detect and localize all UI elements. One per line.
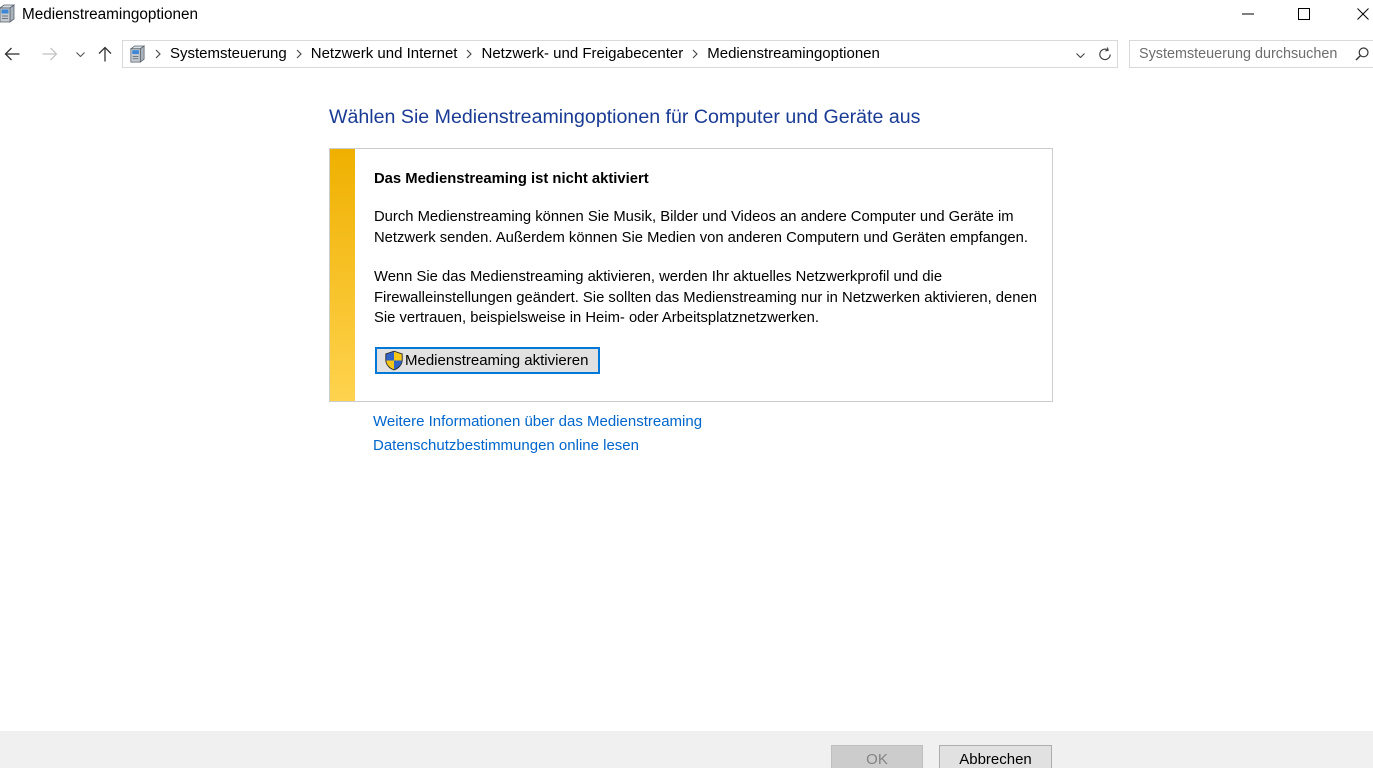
back-button[interactable] xyxy=(0,40,24,68)
title-bar: Medienstreamingoptionen xyxy=(0,0,1373,31)
recent-locations-button[interactable] xyxy=(70,40,90,68)
breadcrumb-separator-icon[interactable] xyxy=(296,49,302,59)
warning-paragraph: Wenn Sie das Medienstreaming aktivieren,… xyxy=(374,267,1037,329)
ok-button[interactable]: OK xyxy=(831,745,923,768)
more-info-link[interactable]: Weitere Informationen über das Medienstr… xyxy=(373,413,702,431)
refresh-icon xyxy=(1099,47,1111,61)
maximize-button[interactable] xyxy=(1281,0,1327,30)
search-icon[interactable] xyxy=(1355,47,1369,61)
status-title: Das Medienstreaming ist nicht aktiviert xyxy=(374,171,649,187)
minimize-button[interactable] xyxy=(1225,0,1271,30)
paragraph-line: Durch Medienstreaming können Sie Musik, … xyxy=(374,209,1014,225)
up-button[interactable] xyxy=(94,40,116,68)
breadcrumb-separator-icon[interactable] xyxy=(155,49,161,59)
maximize-icon xyxy=(1298,8,1310,20)
up-arrow-icon xyxy=(98,46,112,62)
page-heading: Wählen Sie Medienstreamingoptionen für C… xyxy=(329,106,921,128)
enable-media-streaming-button[interactable]: Medienstreaming aktivieren xyxy=(375,347,600,374)
cancel-button[interactable]: Abbrechen xyxy=(939,745,1052,768)
close-button[interactable] xyxy=(1340,0,1373,30)
uac-shield-icon xyxy=(385,350,403,371)
enable-button-label: Medienstreaming aktivieren xyxy=(405,351,589,369)
paragraph-line: Firewalleinstellungen geändert. Sie soll… xyxy=(374,289,1037,306)
back-arrow-icon xyxy=(4,47,20,61)
forward-arrow-icon xyxy=(42,47,58,61)
search-input[interactable] xyxy=(1139,41,1349,67)
media-streaming-status-box: Das Medienstreaming ist nicht aktiviert … xyxy=(329,148,1053,402)
control-panel-icon xyxy=(0,4,16,24)
privacy-statement-link[interactable]: Datenschutzbestimmungen online lesen xyxy=(373,437,639,455)
window-title: Medienstreamingoptionen xyxy=(22,6,199,23)
breadcrumb-current-page[interactable]: Medienstreamingoptionen xyxy=(707,41,880,67)
forward-button[interactable] xyxy=(38,40,62,68)
paragraph-line: Netzwerk senden. Außerdem können Sie Med… xyxy=(374,229,1028,246)
minimize-icon xyxy=(1242,13,1254,15)
close-icon xyxy=(1357,8,1369,20)
paragraph-line: Wenn Sie das Medienstreaming aktivieren,… xyxy=(374,269,943,285)
refresh-button[interactable] xyxy=(1093,41,1117,67)
chevron-down-icon xyxy=(1075,53,1085,58)
breadcrumb-freigabecenter[interactable]: Netzwerk- und Freigabecenter xyxy=(481,41,683,67)
warning-bar xyxy=(330,149,355,401)
breadcrumb-netzwerk-und-internet[interactable]: Netzwerk und Internet xyxy=(311,41,458,67)
address-bar[interactable]: Systemsteuerung Netzwerk und Internet Ne… xyxy=(122,40,1118,68)
dialog-footer: OK Abbrechen xyxy=(0,731,1373,768)
address-dropdown-button[interactable] xyxy=(1070,41,1090,67)
breadcrumb-separator-icon[interactable] xyxy=(466,49,473,59)
control-panel-icon xyxy=(128,44,146,64)
chevron-down-icon xyxy=(75,52,85,57)
paragraph-line: Sie vertrauen, beispielsweise in Heim- o… xyxy=(374,310,819,326)
breadcrumb-systemsteuerung[interactable]: Systemsteuerung xyxy=(170,41,287,67)
search-box[interactable] xyxy=(1129,40,1373,68)
description-paragraph: Durch Medienstreaming können Sie Musik, … xyxy=(374,207,1028,248)
breadcrumb-separator-icon[interactable] xyxy=(692,49,699,59)
